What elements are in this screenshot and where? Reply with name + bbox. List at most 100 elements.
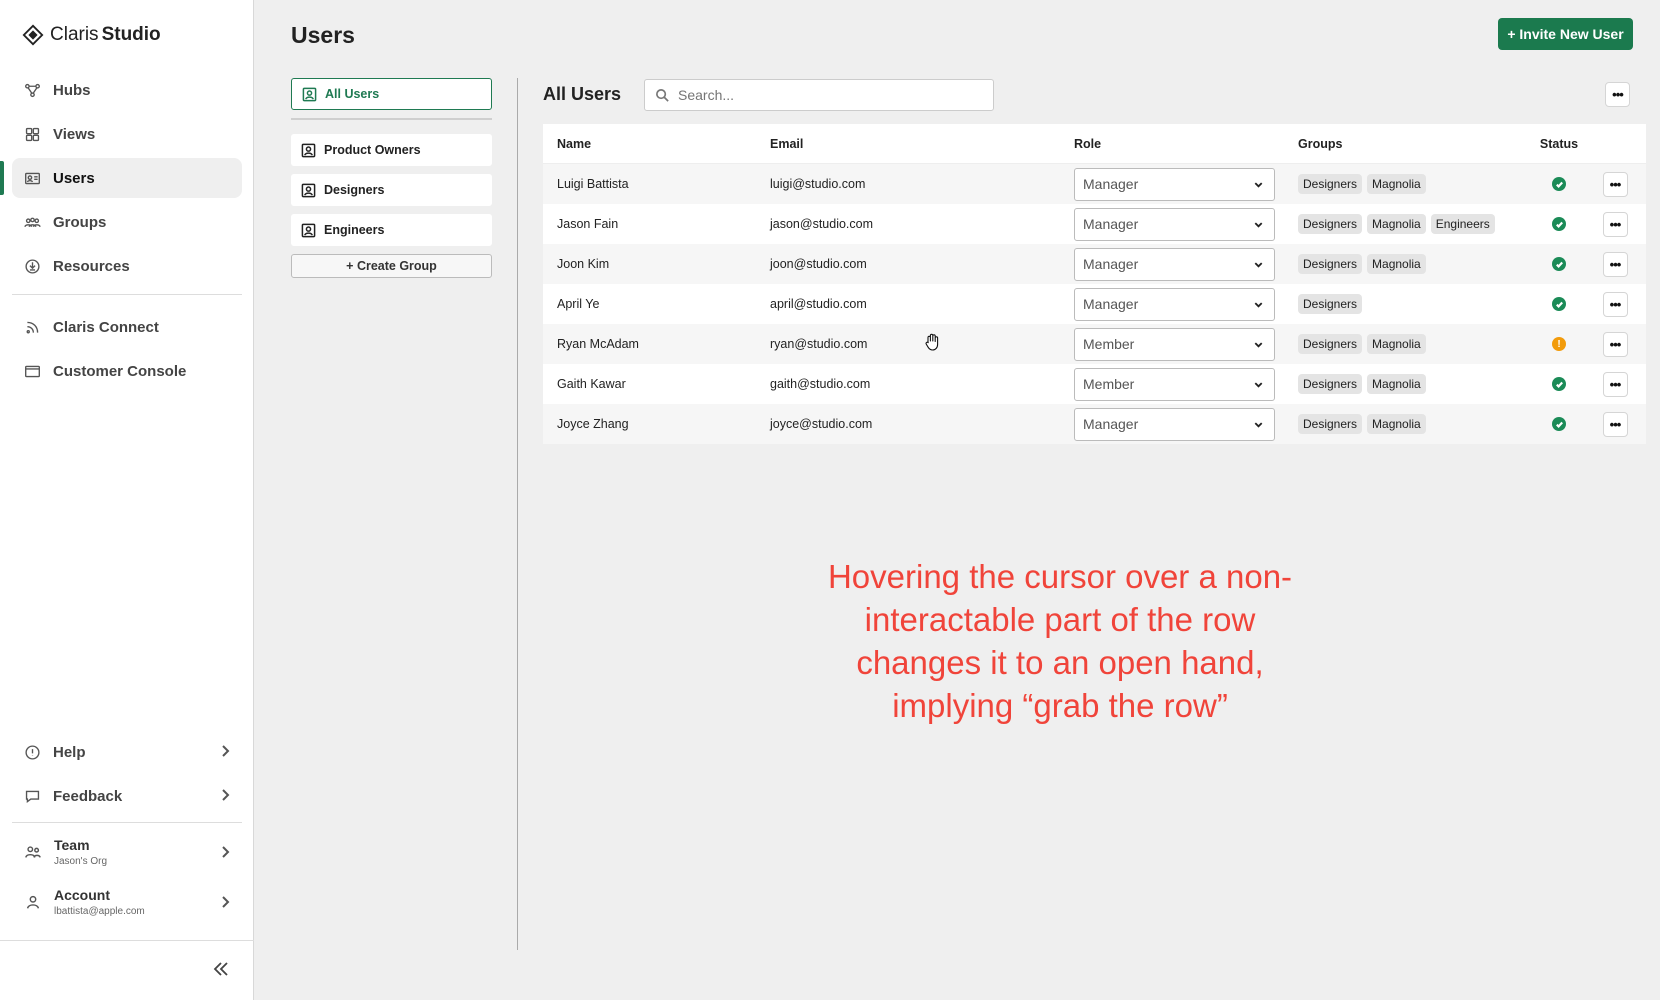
row-more-button[interactable]: ••• (1602, 171, 1628, 197)
sidebar-item-users[interactable]: Users (0, 158, 242, 198)
row-more-button[interactable]: ••• (1602, 411, 1628, 437)
sidebar-item-claris-connect[interactable]: Claris Connect (12, 307, 242, 347)
sidebar-item-views[interactable]: Views (12, 114, 242, 154)
table-more-button[interactable]: ••• (1605, 82, 1630, 107)
views-icon (25, 127, 40, 141)
cell-groups: Designers Magnolia (1298, 374, 1534, 394)
role-select-value: Manager (1083, 296, 1139, 312)
cell-status: ! (1534, 337, 1584, 351)
sidebar-item-hubs[interactable]: Hubs (12, 70, 242, 110)
status-ok-icon (1552, 297, 1566, 311)
help-icon (25, 744, 40, 760)
row-more-button[interactable]: ••• (1602, 371, 1628, 397)
row-more-button[interactable]: ••• (1602, 331, 1628, 357)
row-more-button[interactable]: ••• (1602, 251, 1628, 277)
status-ok-icon (1552, 417, 1566, 431)
team-switcher[interactable]: Team Jason's Org (12, 827, 242, 877)
row-more-button[interactable]: ••• (1602, 291, 1628, 317)
users-table: Name Email Role Groups Status Luigi Batt… (543, 124, 1646, 444)
table-row[interactable]: Jason Fain jason@studio.com Manager Desi… (543, 204, 1646, 244)
status-ok-icon (1552, 377, 1566, 391)
role-select[interactable]: Manager (1074, 287, 1275, 321)
group-tag: Magnolia (1367, 214, 1426, 234)
groups-panel: All Users Product Owners Designers Engin… (291, 78, 492, 278)
table-row[interactable]: Gaith Kawar gaith@studio.com Member Desi… (543, 364, 1646, 404)
sidebar-item-feedback[interactable]: Feedback (12, 776, 242, 816)
sidebar-item-customer-console[interactable]: Customer Console (12, 351, 242, 391)
cell-email: ryan@studio.com (770, 337, 868, 351)
row-more-button[interactable]: ••• (1602, 211, 1628, 237)
group-engineers[interactable]: Engineers (291, 214, 492, 246)
column-header-email[interactable]: Email (770, 137, 1074, 151)
cell-groups: Designers Magnolia (1298, 414, 1534, 434)
table-row[interactable]: Ryan McAdam ryan@studio.com Member Desig… (543, 324, 1646, 364)
feedback-icon (25, 790, 40, 803)
sidebar-item-help[interactable]: Help (12, 732, 242, 772)
invite-new-user-button[interactable]: + Invite New User (1498, 18, 1633, 50)
cell-role: Member (1074, 327, 1298, 361)
role-select[interactable]: Member (1074, 367, 1275, 401)
sidebar-item-groups[interactable]: Groups (12, 202, 242, 242)
role-select[interactable]: Manager (1074, 247, 1275, 281)
table-row[interactable]: Joyce Zhang joyce@studio.com Manager Des… (543, 404, 1646, 444)
cell-status (1534, 217, 1584, 231)
chevron-right-icon (218, 845, 232, 864)
group-tag: Engineers (1430, 214, 1495, 234)
create-group-button[interactable]: + Create Group (291, 254, 492, 278)
column-header-role[interactable]: Role (1074, 137, 1298, 151)
sidebar-item-label: Help (53, 743, 86, 761)
cell-email: jason@studio.com (770, 217, 874, 231)
panel-divider[interactable] (517, 78, 518, 950)
role-select[interactable]: Manager (1074, 407, 1275, 441)
account-menu[interactable]: Account lbattista@apple.com (12, 877, 242, 927)
role-select[interactable]: Manager (1074, 207, 1275, 241)
group-product-owners[interactable]: Product Owners (291, 134, 492, 166)
sidebar-item-label: Hubs (53, 81, 91, 99)
cell-email: joyce@studio.com (770, 417, 873, 431)
column-header-groups[interactable]: Groups (1298, 137, 1534, 151)
collapse-sidebar-icon[interactable] (210, 958, 232, 980)
connect-icon (26, 321, 39, 333)
role-select[interactable]: Member (1074, 327, 1275, 361)
table-header: Name Email Role Groups Status (543, 124, 1646, 164)
table-row[interactable]: Joon Kim joon@studio.com Manager Designe… (543, 244, 1646, 284)
table-row[interactable]: April Ye april@studio.com Manager Design… (543, 284, 1646, 324)
cell-groups: Designers Magnolia (1298, 334, 1534, 354)
cell-role: Manager (1074, 247, 1298, 281)
cell-actions: ••• (1584, 291, 1646, 317)
brand-name-bold: Studio (101, 24, 161, 45)
more-icon: ••• (1609, 336, 1622, 352)
claris-studio-logo[interactable]: Claris Studio (22, 24, 161, 46)
cell-status (1534, 257, 1584, 271)
account-email: lbattista@apple.com (54, 906, 145, 917)
chevron-right-icon (218, 788, 232, 806)
cell-email: joon@studio.com (770, 257, 867, 271)
open-hand-cursor-icon (924, 333, 941, 351)
cell-status (1534, 177, 1584, 191)
chevron-down-icon (1254, 301, 1263, 308)
cell-actions: ••• (1584, 331, 1646, 357)
group-all-users[interactable]: All Users (291, 78, 492, 110)
column-header-name[interactable]: Name (543, 137, 770, 151)
user-card-icon (301, 223, 316, 237)
role-select[interactable]: Manager (1074, 167, 1275, 201)
cell-email: luigi@studio.com (770, 177, 866, 191)
status-warning-icon: ! (1552, 337, 1566, 351)
chevron-down-icon (1254, 221, 1263, 228)
search-box[interactable] (644, 79, 994, 111)
group-tag: Magnolia (1367, 334, 1426, 354)
column-header-status[interactable]: Status (1534, 137, 1584, 151)
group-tag: Designers (1298, 174, 1363, 194)
chevron-down-icon (1254, 421, 1263, 428)
group-tag: Magnolia (1367, 414, 1426, 434)
sidebar-footer (0, 940, 254, 1000)
more-icon: ••• (1609, 256, 1622, 272)
group-designers[interactable]: Designers (291, 174, 492, 206)
cell-actions: ••• (1584, 171, 1646, 197)
cell-name: Joon Kim (557, 257, 610, 271)
group-tag: Magnolia (1367, 174, 1426, 194)
search-input[interactable] (678, 87, 978, 103)
claris-logo-icon (22, 24, 44, 46)
sidebar-item-resources[interactable]: Resources (12, 246, 242, 286)
table-row[interactable]: Luigi Battista luigi@studio.com Manager … (543, 164, 1646, 204)
